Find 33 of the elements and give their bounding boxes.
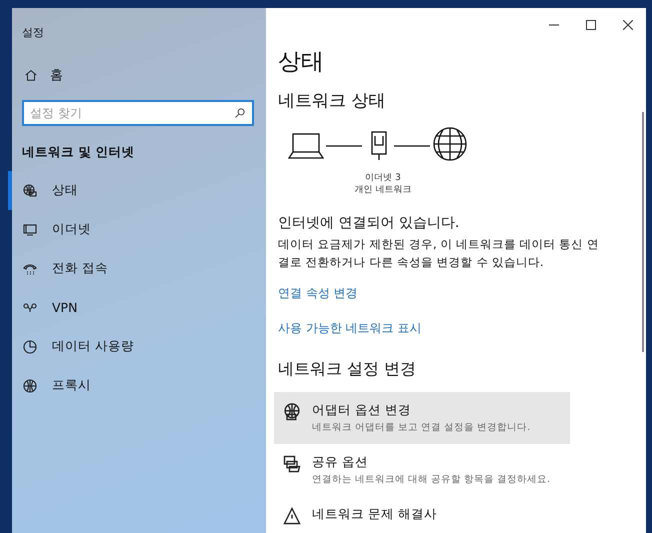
home-icon <box>24 68 38 82</box>
section-heading: 네트워크 상태 <box>278 90 386 112</box>
link[interactable]: 연결 속성 변경 <box>278 285 358 302</box>
maximize-icon <box>586 20 596 30</box>
search-field[interactable]: 설정 찾기 <box>22 100 254 126</box>
nav-item[interactable]: 전화 접속 <box>8 249 266 288</box>
page-title: 상태 <box>278 48 325 77</box>
scrollbar[interactable] <box>642 112 644 352</box>
window-title: 설정 <box>22 25 45 40</box>
settings-option[interactable]: 공유 옵션 연결하는 네트워크에 대해 공유할 항목을 결정하세요. <box>274 444 570 496</box>
monitor-icon <box>22 222 38 238</box>
globe-icon <box>22 378 38 394</box>
connection-status: 인터넷에 연결되어 있습니다. <box>278 214 460 232</box>
home-button[interactable]: 홈 <box>24 66 266 84</box>
pie-chart-icon <box>22 338 38 354</box>
nav-item[interactable]: 프록시 <box>8 366 266 405</box>
nav-item[interactable]: 이더넷 <box>8 210 266 249</box>
nav-item[interactable]: 데이터 사용량 <box>8 327 266 366</box>
search-icon <box>234 107 246 119</box>
shared-folders-icon <box>282 454 302 474</box>
settings-option[interactable]: 어댑터 옵션 변경 네트워크 어댑터를 보고 연결 설정을 변경합니다. <box>274 392 570 444</box>
globe-monitor-icon <box>282 402 302 422</box>
link[interactable]: 사용 가능한 네트워크 표시 <box>278 320 422 337</box>
settings-option[interactable]: 네트워크 문제 해결사 <box>274 496 570 533</box>
close-icon <box>622 20 632 30</box>
adapter-name: 이더넷 3 <box>365 172 401 184</box>
nav-item[interactable]: VPN <box>8 288 266 327</box>
section-heading: 네트워크 설정 변경 <box>278 359 418 380</box>
section-title: 네트워크 및 인터넷 <box>22 144 136 161</box>
warning-icon <box>282 506 302 526</box>
globe-monitor-icon <box>22 182 38 198</box>
description-text: 데이터 요금제가 제한된 경우, 이 네트워크를 데이터 통신 연결로 전환하거나 다른 속성을 변경할 수 있습니다. <box>278 236 600 271</box>
network-type: 개인 네트워크 <box>354 184 412 196</box>
